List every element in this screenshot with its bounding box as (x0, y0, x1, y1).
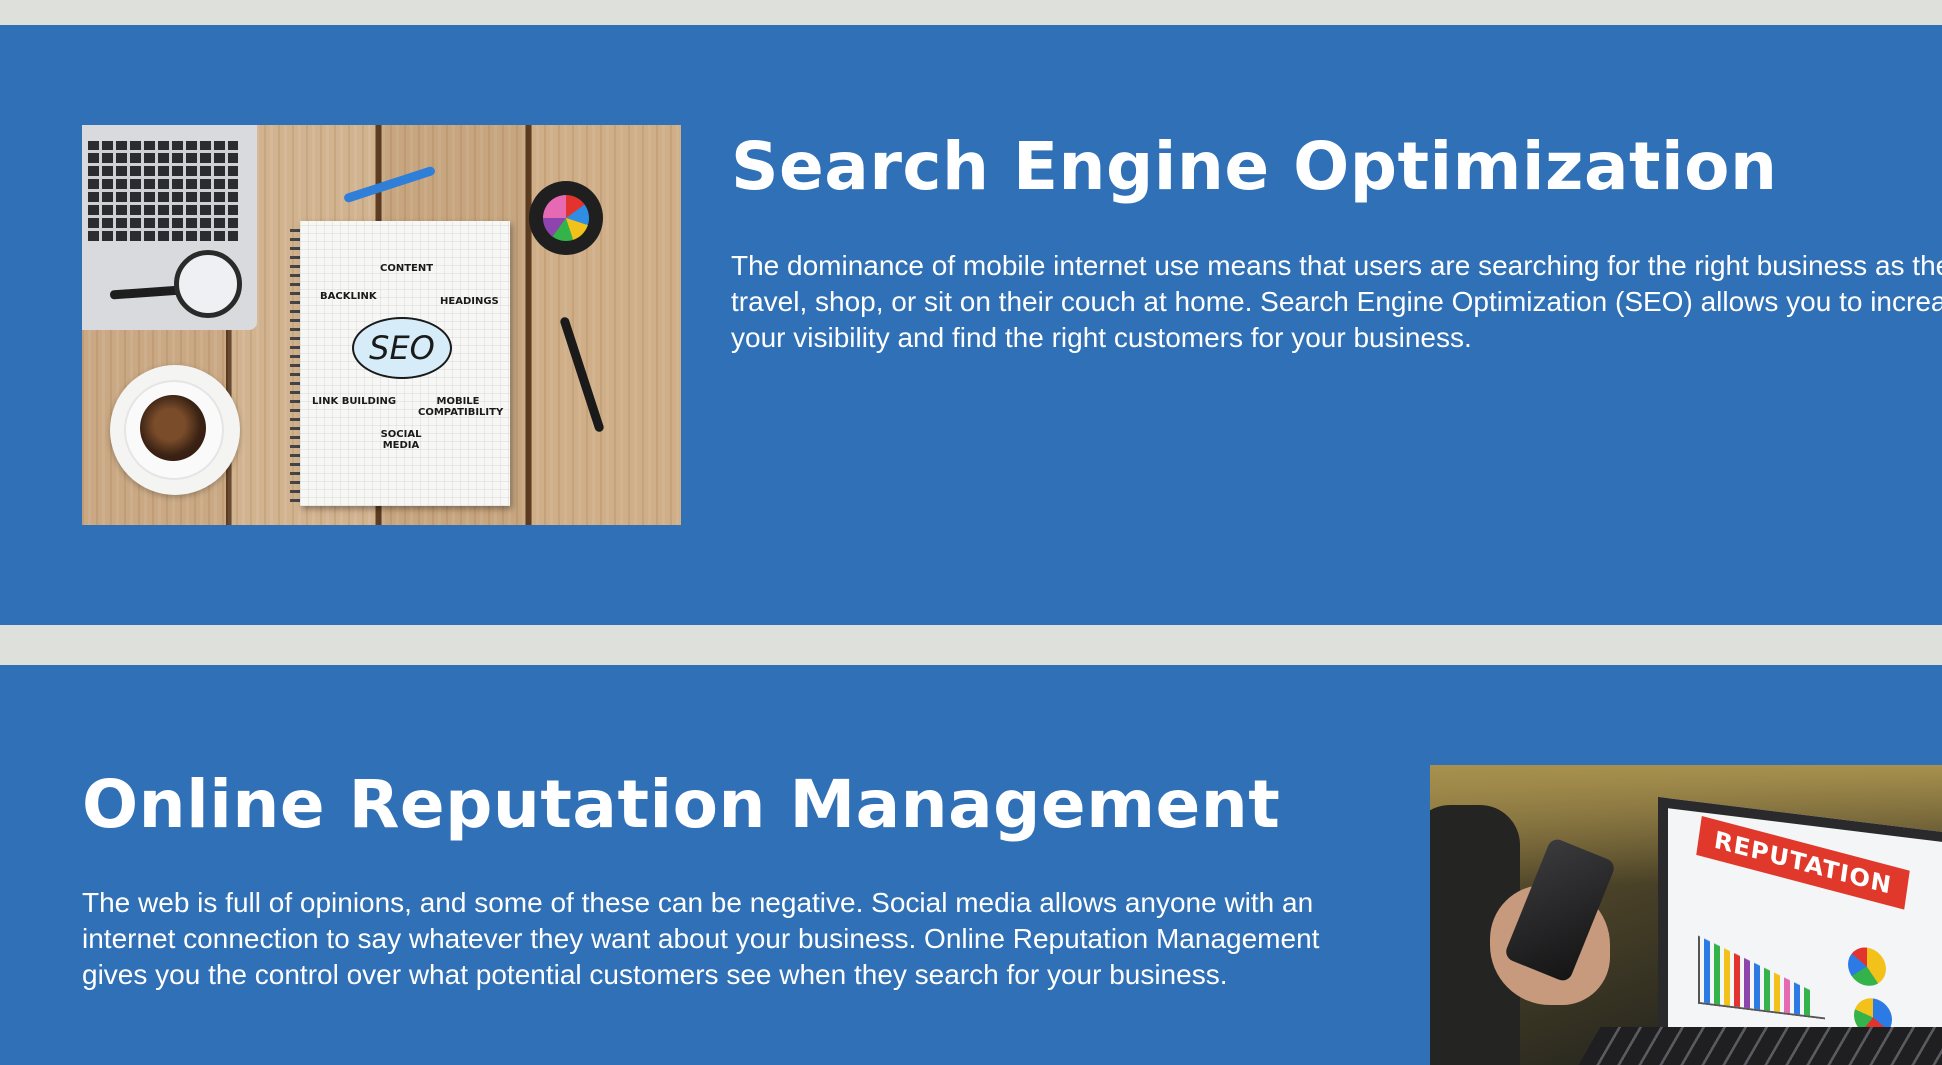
bar-chart-graphic (1698, 926, 1825, 1020)
laptop-screen-graphic: REPUTATION (1658, 797, 1942, 1065)
pie-chart-graphic (1848, 945, 1886, 988)
blue-marker-graphic (342, 165, 437, 204)
keyboard-graphic (88, 141, 238, 241)
orm-title: Online Reputation Management (82, 766, 1281, 843)
seo-cloud-label: SEO (352, 317, 452, 379)
link-building-label: LINK BUILDING (312, 396, 397, 407)
reputation-banner: REPUTATION (1696, 815, 1910, 910)
coffee-graphic (140, 395, 206, 461)
orm-description: The web is full of opinions, and some of… (82, 887, 1320, 990)
seo-section: CONTENT BACKLINK HEADINGS SEO LINK BUILD… (0, 25, 1942, 625)
backlink-label: BACKLINK (320, 291, 377, 302)
seo-notebook-image: CONTENT BACKLINK HEADINGS SEO LINK BUILD… (82, 125, 681, 525)
mobile-compatibility-label: MOBILE COMPATIBILITY (418, 396, 504, 418)
headings-label: HEADINGS (440, 296, 499, 307)
orm-section: Online Reputation Management The web is … (0, 665, 1942, 1065)
content-label: CONTENT (380, 263, 434, 274)
social-media-label: SOCIAL MEDIA (380, 429, 422, 451)
black-pen-graphic (559, 316, 605, 433)
seo-notebook: CONTENT BACKLINK HEADINGS SEO LINK BUILD… (300, 221, 510, 506)
pen-holder-graphic (529, 181, 603, 255)
seo-title: Search Engine Optimization (731, 128, 1778, 205)
reputation-laptop-image: REPUTATION (1430, 765, 1942, 1065)
laptop-keyboard-graphic (1559, 1027, 1942, 1065)
magnifier-graphic (174, 250, 242, 318)
seo-description: The dominance of mobile internet use mea… (731, 250, 1942, 353)
